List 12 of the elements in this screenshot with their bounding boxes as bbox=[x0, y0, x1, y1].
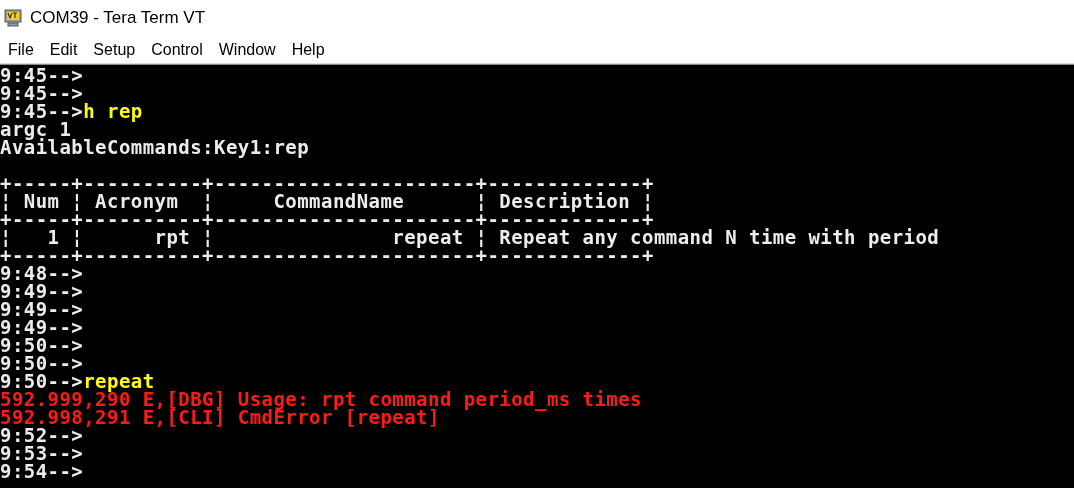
window-title: COM39 - Tera Term VT bbox=[30, 8, 206, 28]
menu-item[interactable]: Control bbox=[145, 38, 211, 61]
menu-item[interactable]: File bbox=[2, 38, 42, 61]
output-text: ¦ 1 ¦ rpt ¦ repeat ¦ Repeat any command N time with period bbox=[0, 226, 940, 248]
command-text: h rep bbox=[83, 100, 143, 122]
menu-item[interactable]: Help bbox=[285, 38, 333, 61]
output-text: ¦ Num ¦ Acronym ¦ CommandName ¦ Description ¦ bbox=[0, 190, 654, 212]
menu-item[interactable]: Setup bbox=[87, 38, 144, 61]
menu-item[interactable]: Window bbox=[212, 38, 284, 61]
app-icon bbox=[4, 9, 22, 27]
command-text: repeat bbox=[83, 370, 155, 392]
menu-item[interactable]: Edit bbox=[43, 38, 86, 61]
